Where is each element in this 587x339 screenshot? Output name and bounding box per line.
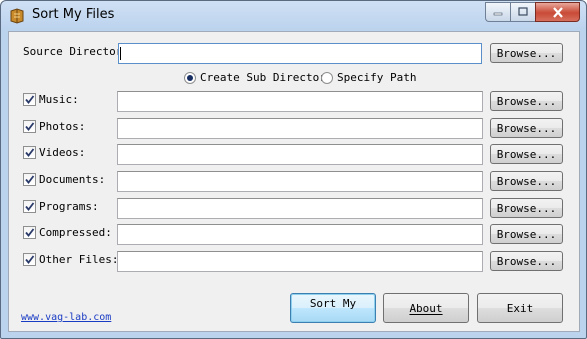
app-icon: [10, 8, 24, 24]
website-link[interactable]: www.vag-lab.com: [21, 312, 111, 323]
checkmark-icon: [25, 255, 35, 264]
create-subdirectories-radio[interactable]: [184, 72, 196, 84]
maximize-icon: [518, 7, 528, 16]
documents-browse-button[interactable]: Browse...: [490, 171, 563, 191]
create-subdirectories-label: Create Sub Directori: [200, 71, 333, 84]
specify-path-radio[interactable]: [321, 72, 333, 84]
exit-label: Exit: [506, 301, 534, 315]
checkmark-icon: [25, 202, 35, 211]
music-browse-button[interactable]: Browse...: [490, 91, 563, 111]
programs-checkbox[interactable]: [23, 200, 36, 213]
radio-selected-dot: [187, 75, 193, 81]
checkmark-icon: [25, 122, 35, 131]
checkmark-icon: [25, 148, 35, 157]
other-files-path-input[interactable]: [117, 251, 483, 272]
compressed-label: Compressed:: [39, 226, 112, 239]
compressed-checkbox[interactable]: [23, 226, 36, 239]
documents-label: Documents:: [39, 173, 106, 186]
about-button[interactable]: About: [383, 293, 469, 323]
videos-checkbox[interactable]: [23, 146, 36, 159]
checkmark-icon: [25, 175, 35, 184]
about-label: About: [409, 301, 443, 315]
documents-checkbox[interactable]: [23, 173, 36, 186]
photos-checkbox[interactable]: [23, 120, 36, 133]
other-files-label: Other Files:: [39, 253, 119, 266]
programs-path-input[interactable]: [117, 198, 483, 219]
text-caret: [120, 47, 121, 60]
music-checkbox[interactable]: [23, 93, 36, 106]
music-label: Music:: [39, 93, 79, 106]
photos-path-input[interactable]: [117, 118, 483, 139]
documents-path-input[interactable]: [117, 171, 483, 192]
maximize-button[interactable]: [510, 2, 535, 22]
music-path-input[interactable]: [117, 91, 483, 112]
videos-browse-button[interactable]: Browse...: [490, 144, 563, 164]
videos-label: Videos:: [39, 146, 86, 159]
specify-path-label: Specify Path: [337, 71, 417, 84]
photos-label: Photos:: [39, 120, 86, 133]
main-panel: Source Directory Browse... Create Sub Di…: [8, 31, 580, 332]
window-title: Sort My Files: [32, 7, 115, 22]
sort-button[interactable]: Sort My: [290, 293, 376, 323]
caption-buttons: [485, 2, 580, 22]
minimize-icon: [493, 12, 503, 16]
compressed-path-input[interactable]: [117, 224, 483, 245]
source-browse-button[interactable]: Browse...: [490, 43, 563, 63]
other-files-checkbox[interactable]: [23, 253, 36, 266]
app-window: Sort My Files Source Directory Browse...…: [0, 0, 587, 339]
source-directory-input[interactable]: [118, 43, 482, 64]
close-icon: [552, 6, 563, 18]
compressed-browse-button[interactable]: Browse...: [490, 224, 563, 244]
checkmark-icon: [25, 228, 35, 237]
programs-browse-button[interactable]: Browse...: [490, 198, 563, 218]
programs-label: Programs:: [39, 200, 99, 213]
close-button[interactable]: [535, 2, 580, 22]
source-directory-label: Source Directory: [23, 45, 129, 58]
videos-path-input[interactable]: [117, 144, 483, 165]
exit-button[interactable]: Exit: [477, 293, 563, 323]
minimize-button[interactable]: [485, 2, 510, 22]
other-files-browse-button[interactable]: Browse...: [490, 251, 563, 271]
checkmark-icon: [25, 95, 35, 104]
photos-browse-button[interactable]: Browse...: [490, 118, 563, 138]
title-bar[interactable]: Sort My Files: [1, 1, 586, 31]
